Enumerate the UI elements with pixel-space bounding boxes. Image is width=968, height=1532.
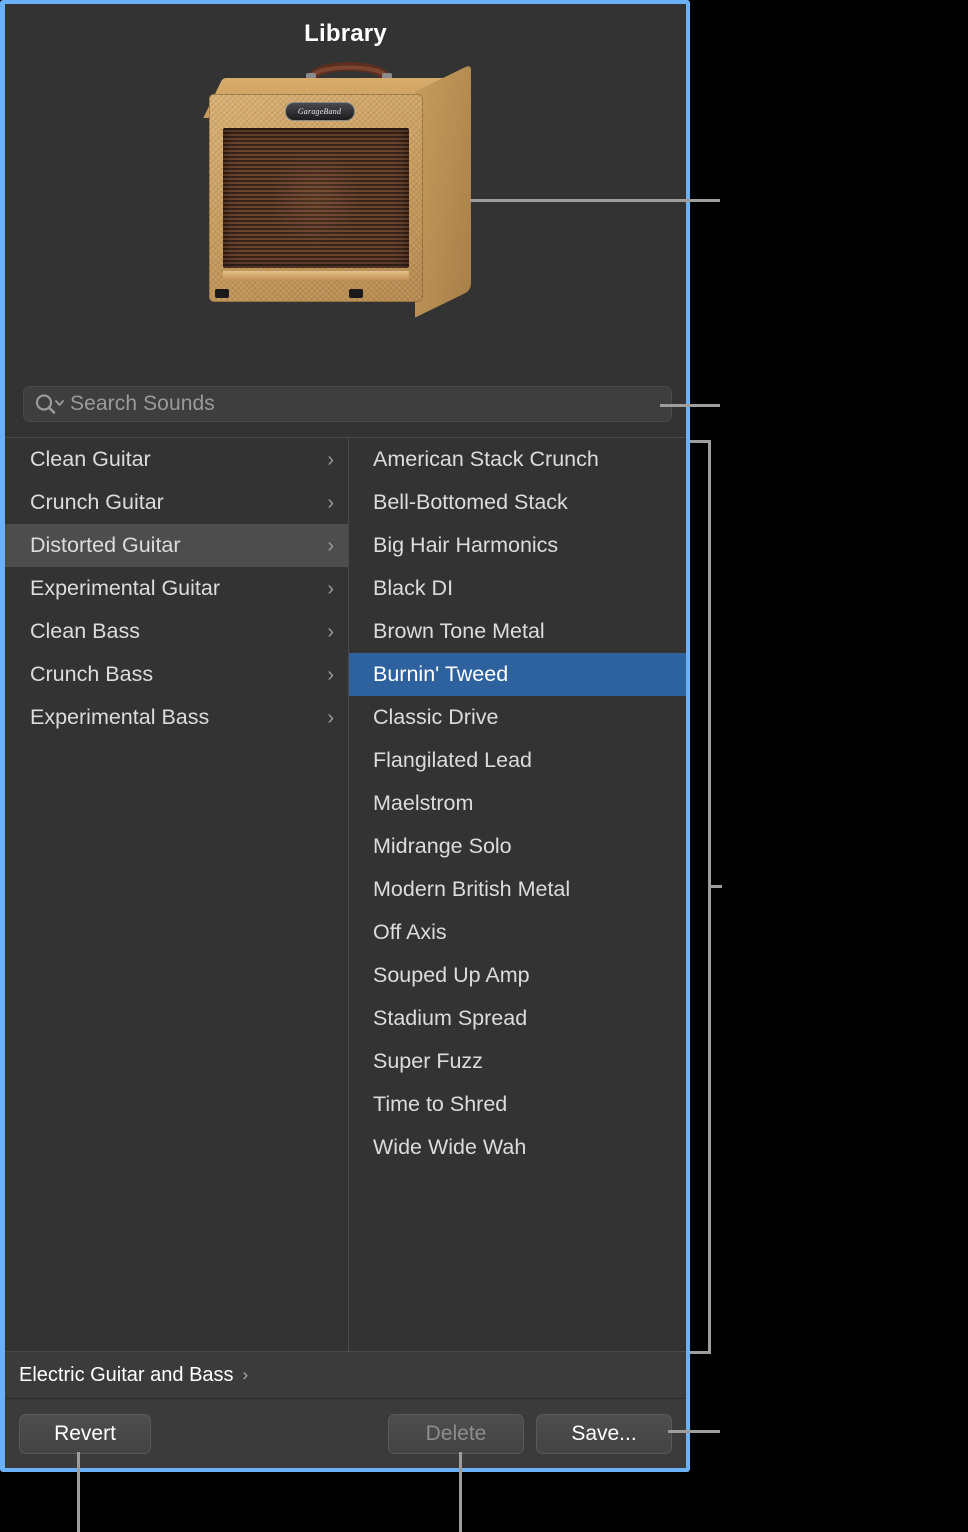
save-button[interactable]: Save...: [536, 1414, 672, 1454]
amp-foot-left: [215, 289, 229, 298]
list-item[interactable]: Wide Wide Wah: [349, 1126, 686, 1169]
list-item[interactable]: Bell-Bottomed Stack: [349, 481, 686, 524]
amp-side-panel: [415, 64, 471, 317]
category-row[interactable]: Crunch Guitar ›: [5, 481, 348, 524]
callout-bracket-lists: [690, 440, 711, 1354]
callout-line-lists: [708, 885, 722, 888]
preset-label: Stadium Spread: [373, 1006, 527, 1031]
preset-label: Maelstrom: [373, 791, 473, 816]
list-item-selected[interactable]: Burnin' Tweed: [349, 653, 686, 696]
list-item[interactable]: Big Hair Harmonics: [349, 524, 686, 567]
list-item[interactable]: Souped Up Amp: [349, 954, 686, 997]
category-label: Crunch Bass: [30, 662, 153, 687]
amp-brand-label: GarageBand: [298, 107, 341, 116]
list-item[interactable]: Stadium Spread: [349, 997, 686, 1040]
search-row: Search Sounds: [23, 386, 672, 422]
preset-label: Flangilated Lead: [373, 748, 532, 773]
category-row-selected[interactable]: Distorted Guitar ›: [5, 524, 348, 567]
chevron-right-icon: ›: [327, 536, 334, 556]
preset-label: Brown Tone Metal: [373, 619, 545, 644]
search-icon[interactable]: [34, 393, 64, 415]
preset-label: Burnin' Tweed: [373, 662, 508, 687]
chevron-right-icon: ›: [327, 708, 334, 728]
chevron-right-icon: ›: [327, 665, 334, 685]
preset-label: Midrange Solo: [373, 834, 512, 859]
amp-speaker-cone: [275, 148, 357, 249]
list-item[interactable]: Super Fuzz: [349, 1040, 686, 1083]
library-lists: Clean Guitar › Crunch Guitar › Distorted…: [5, 437, 686, 1351]
list-item[interactable]: Flangilated Lead: [349, 739, 686, 782]
category-label: Experimental Guitar: [30, 576, 220, 601]
preset-label: Classic Drive: [373, 705, 498, 730]
callout-line-amp: [470, 199, 720, 202]
preset-label: Bell-Bottomed Stack: [373, 490, 568, 515]
preset-label: Modern British Metal: [373, 877, 570, 902]
amp-front-panel: GarageBand: [209, 94, 423, 302]
list-item[interactable]: Maelstrom: [349, 782, 686, 825]
preset-label: Time to Shred: [373, 1092, 507, 1117]
category-row[interactable]: Experimental Guitar ›: [5, 567, 348, 610]
preset-label: Off Axis: [373, 920, 447, 945]
amp-bottom-trim: [223, 271, 409, 280]
amp-foot-right: [349, 289, 363, 298]
library-header: Library GarageBand: [5, 4, 686, 378]
chevron-right-icon: ›: [243, 1365, 249, 1385]
category-row[interactable]: Crunch Bass ›: [5, 653, 348, 696]
list-item[interactable]: Modern British Metal: [349, 868, 686, 911]
category-row[interactable]: Experimental Bass ›: [5, 696, 348, 739]
list-item[interactable]: American Stack Crunch: [349, 438, 686, 481]
callout-line-revert: [77, 1452, 80, 1532]
action-button-bar: Revert Delete Save...: [5, 1399, 686, 1468]
page-title: Library: [5, 4, 686, 48]
category-row[interactable]: Clean Bass ›: [5, 610, 348, 653]
breadcrumb-label: Electric Guitar and Bass: [19, 1364, 234, 1387]
list-item[interactable]: Brown Tone Metal: [349, 610, 686, 653]
search-input[interactable]: Search Sounds: [23, 386, 672, 422]
preset-label: Black DI: [373, 576, 453, 601]
chevron-right-icon: ›: [327, 622, 334, 642]
revert-button[interactable]: Revert: [19, 1414, 151, 1454]
category-row[interactable]: Clean Guitar ›: [5, 438, 348, 481]
callout-line-search: [660, 404, 720, 407]
preset-list[interactable]: American Stack Crunch Bell-Bottomed Stac…: [349, 438, 686, 1351]
callout-line-save: [668, 1430, 720, 1433]
list-item[interactable]: Classic Drive: [349, 696, 686, 739]
category-label: Clean Bass: [30, 619, 140, 644]
list-item[interactable]: Time to Shred: [349, 1083, 686, 1126]
chevron-right-icon: ›: [327, 493, 334, 513]
library-panel: Library GarageBand: [0, 0, 690, 1472]
category-list[interactable]: Clean Guitar › Crunch Guitar › Distorted…: [5, 438, 349, 1351]
preset-label: American Stack Crunch: [373, 447, 599, 472]
category-label: Clean Guitar: [30, 447, 151, 472]
preset-label: Big Hair Harmonics: [373, 533, 558, 558]
chevron-right-icon: ›: [327, 450, 334, 470]
screenshot-root: Library GarageBand: [0, 0, 968, 1532]
preset-label: Souped Up Amp: [373, 963, 530, 988]
chevron-right-icon: ›: [327, 579, 334, 599]
preset-label: Wide Wide Wah: [373, 1135, 526, 1160]
breadcrumb[interactable]: Electric Guitar and Bass ›: [5, 1351, 686, 1399]
category-label: Distorted Guitar: [30, 533, 181, 558]
list-item[interactable]: Midrange Solo: [349, 825, 686, 868]
search-placeholder: Search Sounds: [70, 392, 215, 416]
list-item[interactable]: Black DI: [349, 567, 686, 610]
list-item[interactable]: Off Axis: [349, 911, 686, 954]
category-label: Experimental Bass: [30, 705, 209, 730]
preset-label: Super Fuzz: [373, 1049, 483, 1074]
amp-speaker-grill: [223, 128, 409, 268]
category-label: Crunch Guitar: [30, 490, 164, 515]
amp-illustration-wrap: GarageBand: [5, 56, 686, 314]
amp-brand-badge: GarageBand: [285, 102, 355, 121]
callout-line-delete: [459, 1452, 462, 1532]
delete-button[interactable]: Delete: [388, 1414, 524, 1454]
tweed-amplifier-image: GarageBand: [207, 56, 485, 314]
